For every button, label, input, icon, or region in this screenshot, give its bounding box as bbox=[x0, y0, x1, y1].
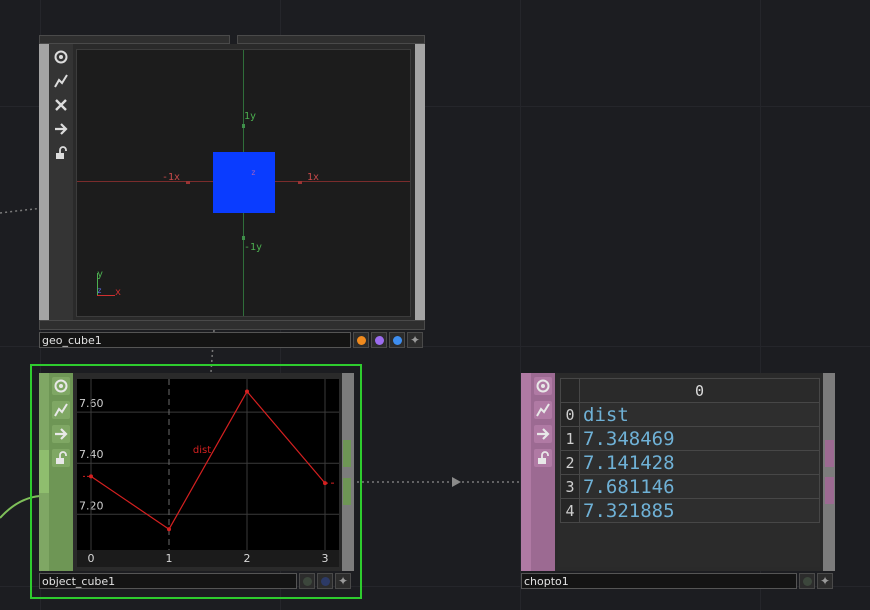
bypass-lightning-icon[interactable] bbox=[52, 401, 70, 419]
chopto-left-edge bbox=[521, 373, 531, 571]
cell-value: 7.681146 bbox=[579, 474, 820, 499]
row-index: 4 bbox=[560, 498, 580, 523]
object-output-connector[interactable] bbox=[343, 478, 351, 505]
x-tick-label: 2 bbox=[244, 552, 251, 565]
geo-right-edge bbox=[415, 44, 425, 320]
tick-neg-y bbox=[242, 236, 245, 240]
display-arrow-right-icon[interactable] bbox=[52, 120, 70, 138]
viewer-active-icon[interactable] bbox=[534, 377, 552, 395]
gizmo-x-label: x bbox=[115, 287, 122, 298]
table-header-row: 0 bbox=[560, 378, 820, 403]
cell-value: 7.321885 bbox=[579, 498, 820, 523]
chopto-output-connector[interactable] bbox=[825, 477, 834, 504]
bypass-lightning-icon[interactable] bbox=[534, 401, 552, 419]
flag-dot-icon bbox=[302, 576, 312, 586]
object-flag-1[interactable] bbox=[299, 573, 315, 589]
display-arrow-right-icon[interactable] bbox=[534, 425, 552, 443]
object-flag-2[interactable] bbox=[317, 573, 333, 589]
x-tick-label: 1 bbox=[166, 552, 173, 565]
tick-neg-x bbox=[186, 181, 190, 184]
geo-bottom-strip bbox=[39, 320, 425, 330]
geo-top-tab-left bbox=[39, 35, 230, 44]
row-index: 1 bbox=[560, 426, 580, 451]
geo-node-name[interactable]: geo_cube1 bbox=[39, 332, 351, 348]
axis-label-center-z: z bbox=[251, 168, 256, 177]
geo-flag-blue[interactable] bbox=[389, 332, 405, 348]
row-index: 3 bbox=[560, 474, 580, 499]
object-node-name[interactable]: object_cube1 bbox=[39, 573, 297, 589]
table-row: 4 7.321885 bbox=[560, 498, 820, 523]
object-right-edge bbox=[342, 373, 354, 571]
object-expand-icon[interactable]: ✦ bbox=[335, 573, 351, 589]
object-input-connector[interactable] bbox=[39, 450, 49, 493]
chopto-right-edge bbox=[823, 373, 835, 571]
cube-face bbox=[213, 152, 275, 213]
table-row: 3 7.681146 bbox=[560, 474, 820, 499]
viewer-active-icon[interactable] bbox=[52, 377, 70, 395]
flag-dot-icon bbox=[320, 576, 330, 586]
cook-x-icon[interactable] bbox=[52, 96, 70, 114]
geo-top-tab-right bbox=[237, 35, 425, 44]
wire-arrow-icon bbox=[452, 477, 461, 487]
column-header: 0 bbox=[579, 378, 820, 403]
flag-dot-icon bbox=[356, 335, 366, 345]
axis-label-pos-x: 1x bbox=[307, 172, 320, 183]
gizmo-x-axis bbox=[97, 295, 115, 296]
lock-icon[interactable] bbox=[534, 449, 552, 467]
flag-dot-icon bbox=[802, 576, 812, 586]
chopto-table[interactable]: 0 0 dist 1 7.348469 2 7.141428 3 7.68114… bbox=[560, 378, 820, 523]
cell-value: dist bbox=[579, 402, 820, 427]
x-tick-label: 3 bbox=[322, 552, 329, 565]
chart-tick-strip bbox=[77, 550, 339, 567]
bypass-lightning-icon[interactable] bbox=[52, 72, 70, 90]
series-name-label: dist bbox=[193, 445, 211, 456]
axis-label-neg-x: -1x bbox=[162, 172, 181, 183]
axis-label-neg-y: -1y bbox=[244, 242, 263, 253]
gizmo-z-label: z bbox=[97, 286, 102, 295]
chopto-flag-1[interactable] bbox=[799, 573, 815, 589]
cell-value: 7.348469 bbox=[579, 426, 820, 451]
table-row: 0 dist bbox=[560, 402, 820, 427]
gizmo-y-label: y bbox=[97, 269, 104, 280]
row-index: 0 bbox=[560, 402, 580, 427]
table-row: 2 7.141428 bbox=[560, 450, 820, 475]
cell-value: 7.141428 bbox=[579, 450, 820, 475]
table-corner-cell bbox=[560, 378, 580, 403]
chopto-expand-icon[interactable]: ✦ bbox=[817, 573, 833, 589]
geo-left-edge bbox=[39, 44, 49, 320]
lock-icon[interactable] bbox=[52, 449, 70, 467]
chopto-node-name[interactable]: chopto1 bbox=[521, 573, 797, 589]
data-point bbox=[245, 389, 249, 394]
tick-pos-y bbox=[242, 124, 245, 128]
x-tick-label: 0 bbox=[88, 552, 95, 565]
channel-chart[interactable]: 7.207.407.600 1 2 3dist bbox=[77, 379, 339, 567]
display-arrow-right-icon[interactable] bbox=[52, 425, 70, 443]
geo-expand-icon[interactable]: ✦ bbox=[407, 332, 423, 348]
object-output-connector[interactable] bbox=[343, 440, 351, 467]
table-row: 1 7.348469 bbox=[560, 426, 820, 451]
viewer-active-icon[interactable] bbox=[52, 48, 70, 66]
tick-pos-x bbox=[298, 181, 302, 184]
flag-dot-icon bbox=[392, 335, 402, 345]
chart-background bbox=[77, 379, 339, 567]
lock-icon[interactable] bbox=[52, 144, 70, 162]
flag-dot-icon bbox=[374, 335, 384, 345]
geo-flag-purple[interactable] bbox=[371, 332, 387, 348]
geo-flag-orange[interactable] bbox=[353, 332, 369, 348]
data-point bbox=[167, 527, 171, 532]
row-index: 2 bbox=[560, 450, 580, 475]
axis-label-pos-y: 1y bbox=[244, 111, 257, 122]
chopto-output-connector[interactable] bbox=[825, 440, 834, 467]
